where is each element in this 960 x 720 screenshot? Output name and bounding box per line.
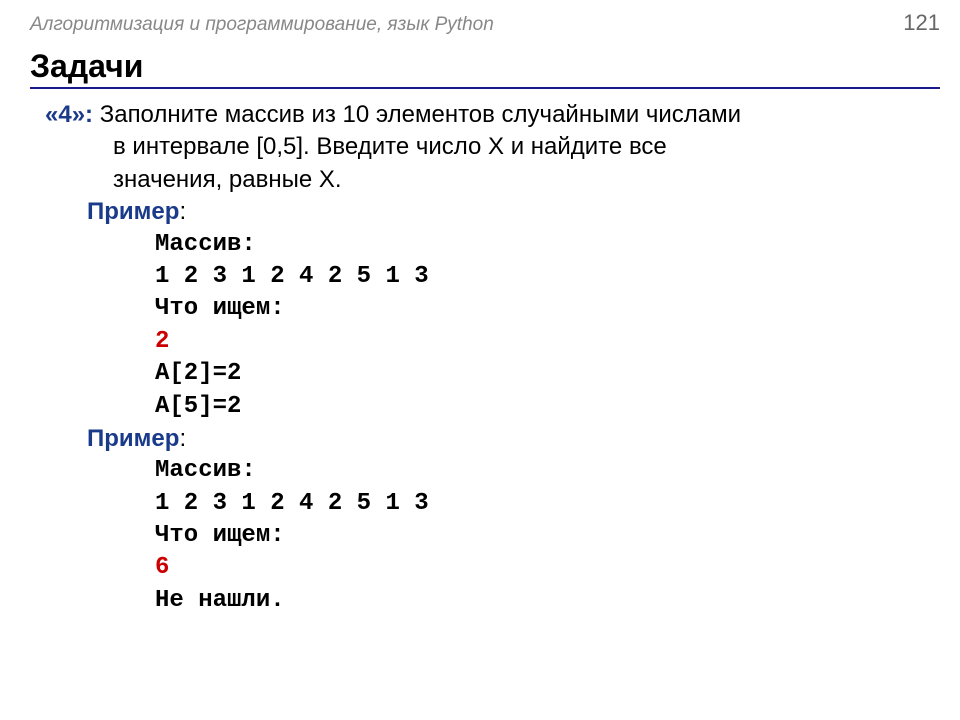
subject-title: Алгоритмизация и программирование, язык … [30, 14, 494, 36]
section-title: Задачи [30, 48, 940, 89]
example2-array-values: 1 2 3 1 2 4 2 5 1 3 [45, 488, 940, 520]
example1-search-value: 2 [45, 326, 940, 358]
task-text-line1: Заполните массив из 10 элементов случайн… [100, 101, 741, 128]
task-label: «4»: [45, 101, 93, 128]
example2-result: Не нашли. [45, 585, 940, 617]
example2-array-label: Массив: [45, 455, 940, 487]
example1-array-label: Массив: [45, 229, 940, 261]
example2-colon: : [179, 425, 186, 452]
example2-label-row: Пример: [45, 423, 940, 455]
example1-result2: A[5]=2 [45, 391, 940, 423]
slide-header: Алгоритмизация и программирование, язык … [30, 10, 940, 36]
task-text-line3: значения, равные X. [45, 164, 940, 196]
example1-search-label: Что ищем: [45, 293, 940, 325]
task-first-line: «4»: Заполните массив из 10 элементов сл… [45, 99, 940, 131]
page-number: 121 [903, 10, 940, 36]
example1-array-values: 1 2 3 1 2 4 2 5 1 3 [45, 261, 940, 293]
example2-search-label: Что ищем: [45, 520, 940, 552]
example1-label-row: Пример: [45, 196, 940, 228]
example1-label: Пример [45, 198, 179, 225]
task-content: «4»: Заполните массив из 10 элементов сл… [30, 99, 940, 617]
example2-search-value: 6 [45, 552, 940, 584]
example1-colon: : [179, 198, 186, 225]
example2-label: Пример [45, 425, 179, 452]
example1-result1: A[2]=2 [45, 358, 940, 390]
task-text-line2: в интервале [0,5]. Введите число X и най… [45, 131, 940, 163]
